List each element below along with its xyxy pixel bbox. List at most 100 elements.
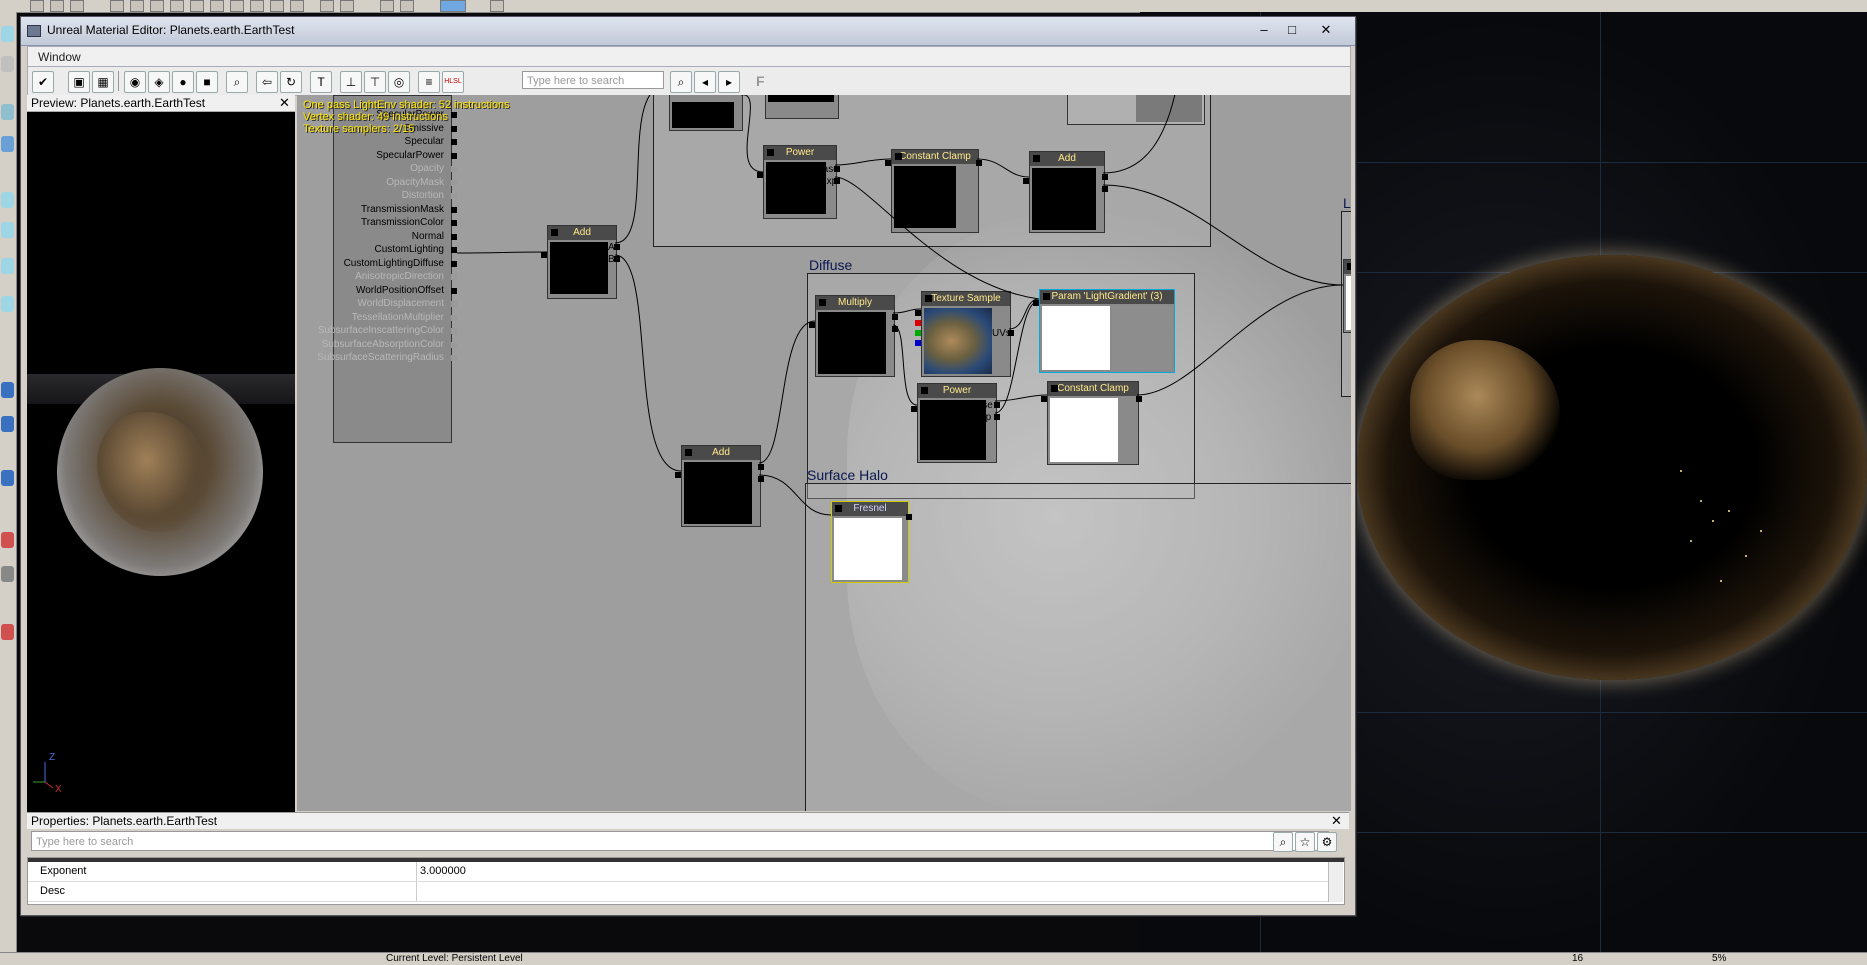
shape-icon[interactable]: [1, 222, 14, 238]
properties-header: Properties: Planets.earth.EarthTest ✕: [27, 812, 1349, 829]
grid-size[interactable]: 16: [1572, 953, 1583, 964]
host-tool-icon[interactable]: [400, 0, 414, 12]
minimize-button[interactable]: –: [1251, 21, 1277, 39]
shape-icon[interactable]: [1, 470, 14, 486]
properties-grid: Exponent 3.000000 Desc: [27, 857, 1345, 905]
search-icon[interactable]: ⌕: [670, 71, 692, 93]
host-tool-icon[interactable]: [50, 0, 64, 12]
search-input[interactable]: Type here to search: [522, 71, 664, 89]
city-light: [1745, 555, 1747, 557]
shape-icon[interactable]: [1, 416, 14, 432]
apply-icon[interactable]: ✔: [32, 71, 54, 93]
shape-icon[interactable]: [1, 566, 14, 582]
search-icon[interactable]: ⌕: [1273, 832, 1293, 852]
property-value[interactable]: 3.000000: [420, 865, 466, 877]
city-light: [1680, 470, 1682, 472]
shape-icon[interactable]: [1, 382, 14, 398]
eye-icon[interactable]: ◎: [388, 71, 410, 93]
grid-icon[interactable]: ▦: [92, 71, 114, 93]
shape-icon[interactable]: [1, 296, 14, 312]
f-label[interactable]: F: [756, 73, 765, 89]
realtime-icon[interactable]: T: [310, 71, 332, 93]
maximize-button[interactable]: □: [1279, 21, 1305, 39]
material-editor-window: Unreal Material Editor: Planets.earth.Ea…: [20, 16, 1356, 916]
shape-icon[interactable]: [1, 136, 14, 152]
shape-icon[interactable]: [1, 624, 14, 640]
current-level-label: Current Level: Persistent Level: [386, 953, 523, 964]
preview-header: Preview: Planets.earth.EarthTest ✕: [27, 95, 295, 112]
back-icon[interactable]: ⇦: [256, 71, 278, 93]
plane-icon[interactable]: ■: [196, 71, 218, 93]
properties-search-input[interactable]: Type here to search: [31, 831, 1329, 851]
city-light: [1700, 500, 1702, 502]
host-status-bar: Current Level: Persistent Level 16 5%: [0, 952, 1867, 965]
city-light: [1728, 510, 1730, 512]
wire-icon[interactable]: ⊥: [340, 71, 362, 93]
host-tool-icon[interactable]: [320, 0, 334, 12]
zoom-level[interactable]: 5%: [1712, 953, 1726, 964]
preview-close-button[interactable]: ✕: [279, 95, 290, 111]
sphere-icon[interactable]: ●: [172, 71, 194, 93]
host-tool-icon[interactable]: [340, 0, 354, 12]
scrollbar[interactable]: [1328, 862, 1343, 902]
host-tool-icon[interactable]: [490, 0, 504, 12]
menu-window[interactable]: Window: [38, 50, 81, 64]
properties-close-button[interactable]: ✕: [1331, 813, 1342, 829]
cube-icon[interactable]: ◈: [148, 71, 170, 93]
settings-icon[interactable]: ⚙: [1317, 832, 1337, 852]
host-tool-icon[interactable]: [110, 0, 124, 12]
pin-icon[interactable]: ⊤: [364, 71, 386, 93]
cursor-icon[interactable]: [1, 56, 14, 72]
property-row[interactable]: Exponent 3.000000: [28, 862, 1328, 882]
title-bar[interactable]: Unreal Material Editor: Planets.earth.Ea…: [21, 17, 1355, 46]
magnify-icon[interactable]: ⌕: [226, 71, 248, 93]
close-button[interactable]: ✕: [1313, 21, 1339, 39]
hlsl-icon[interactable]: HLSL: [442, 71, 464, 93]
material-graph-canvas[interactable]: SpecularPower Emissive Specular SpecularPow…: [297, 95, 1351, 811]
host-tool-icon[interactable]: [270, 0, 284, 12]
shape-icon[interactable]: [1, 192, 14, 208]
host-tool-icon[interactable]: [150, 0, 164, 12]
axis-z-label: Z: [49, 752, 56, 763]
host-left-toolbar: [0, 12, 17, 952]
find-next-icon[interactable]: ▸: [718, 71, 740, 93]
home-icon[interactable]: ▣: [68, 71, 90, 93]
preview-viewport[interactable]: Z X: [27, 112, 295, 812]
window-title: Unreal Material Editor: Planets.earth.Ea…: [47, 23, 295, 37]
shape-icon[interactable]: [1, 104, 14, 120]
host-tool-icon[interactable]: [380, 0, 394, 12]
axis-x-label: X: [55, 784, 62, 795]
host-tool-icon[interactable]: [250, 0, 264, 12]
property-name: Desc: [40, 885, 66, 897]
stats-icon[interactable]: ≡: [418, 71, 440, 93]
city-light: [1712, 520, 1714, 522]
favorites-star-icon[interactable]: ☆: [1295, 832, 1315, 852]
find-prev-icon[interactable]: ◂: [694, 71, 716, 93]
host-tool-icon[interactable]: [130, 0, 144, 12]
toolbar-separator: [118, 71, 119, 91]
host-tool-icon[interactable]: [290, 0, 304, 12]
earth-continent: [1410, 340, 1560, 480]
city-light: [1760, 530, 1762, 532]
property-row[interactable]: Desc: [28, 882, 1328, 902]
shape-icon[interactable]: [1, 532, 14, 548]
app-icon: [27, 25, 41, 37]
host-tool-icon[interactable]: [190, 0, 204, 12]
brush-icon[interactable]: [1, 26, 14, 42]
hlsl-label: HLSL: [444, 78, 462, 85]
preview-title: Preview: Planets.earth.EarthTest: [31, 96, 206, 110]
host-tool-icon[interactable]: [210, 0, 224, 12]
city-light: [1690, 540, 1692, 542]
cylinder-icon[interactable]: ◉: [124, 71, 146, 93]
host-tool-icon[interactable]: [70, 0, 84, 12]
node-wires: [456, 95, 1344, 516]
play-icon[interactable]: [440, 0, 466, 12]
host-tool-icon[interactable]: [230, 0, 244, 12]
editor-toolbar: ✔ ▣ ▦ ◉ ◈ ● ■ ⌕ ⇦ ↻ T ⊥ ⊤ ◎ ≡ HLSL Type …: [27, 66, 1351, 96]
properties-title: Properties: Planets.earth.EarthTest: [31, 814, 218, 828]
host-tool-icon[interactable]: [170, 0, 184, 12]
shape-icon[interactable]: [1, 258, 14, 274]
host-tool-icon[interactable]: [30, 0, 44, 12]
refresh-icon[interactable]: ↻: [280, 71, 302, 93]
city-light: [1720, 580, 1722, 582]
